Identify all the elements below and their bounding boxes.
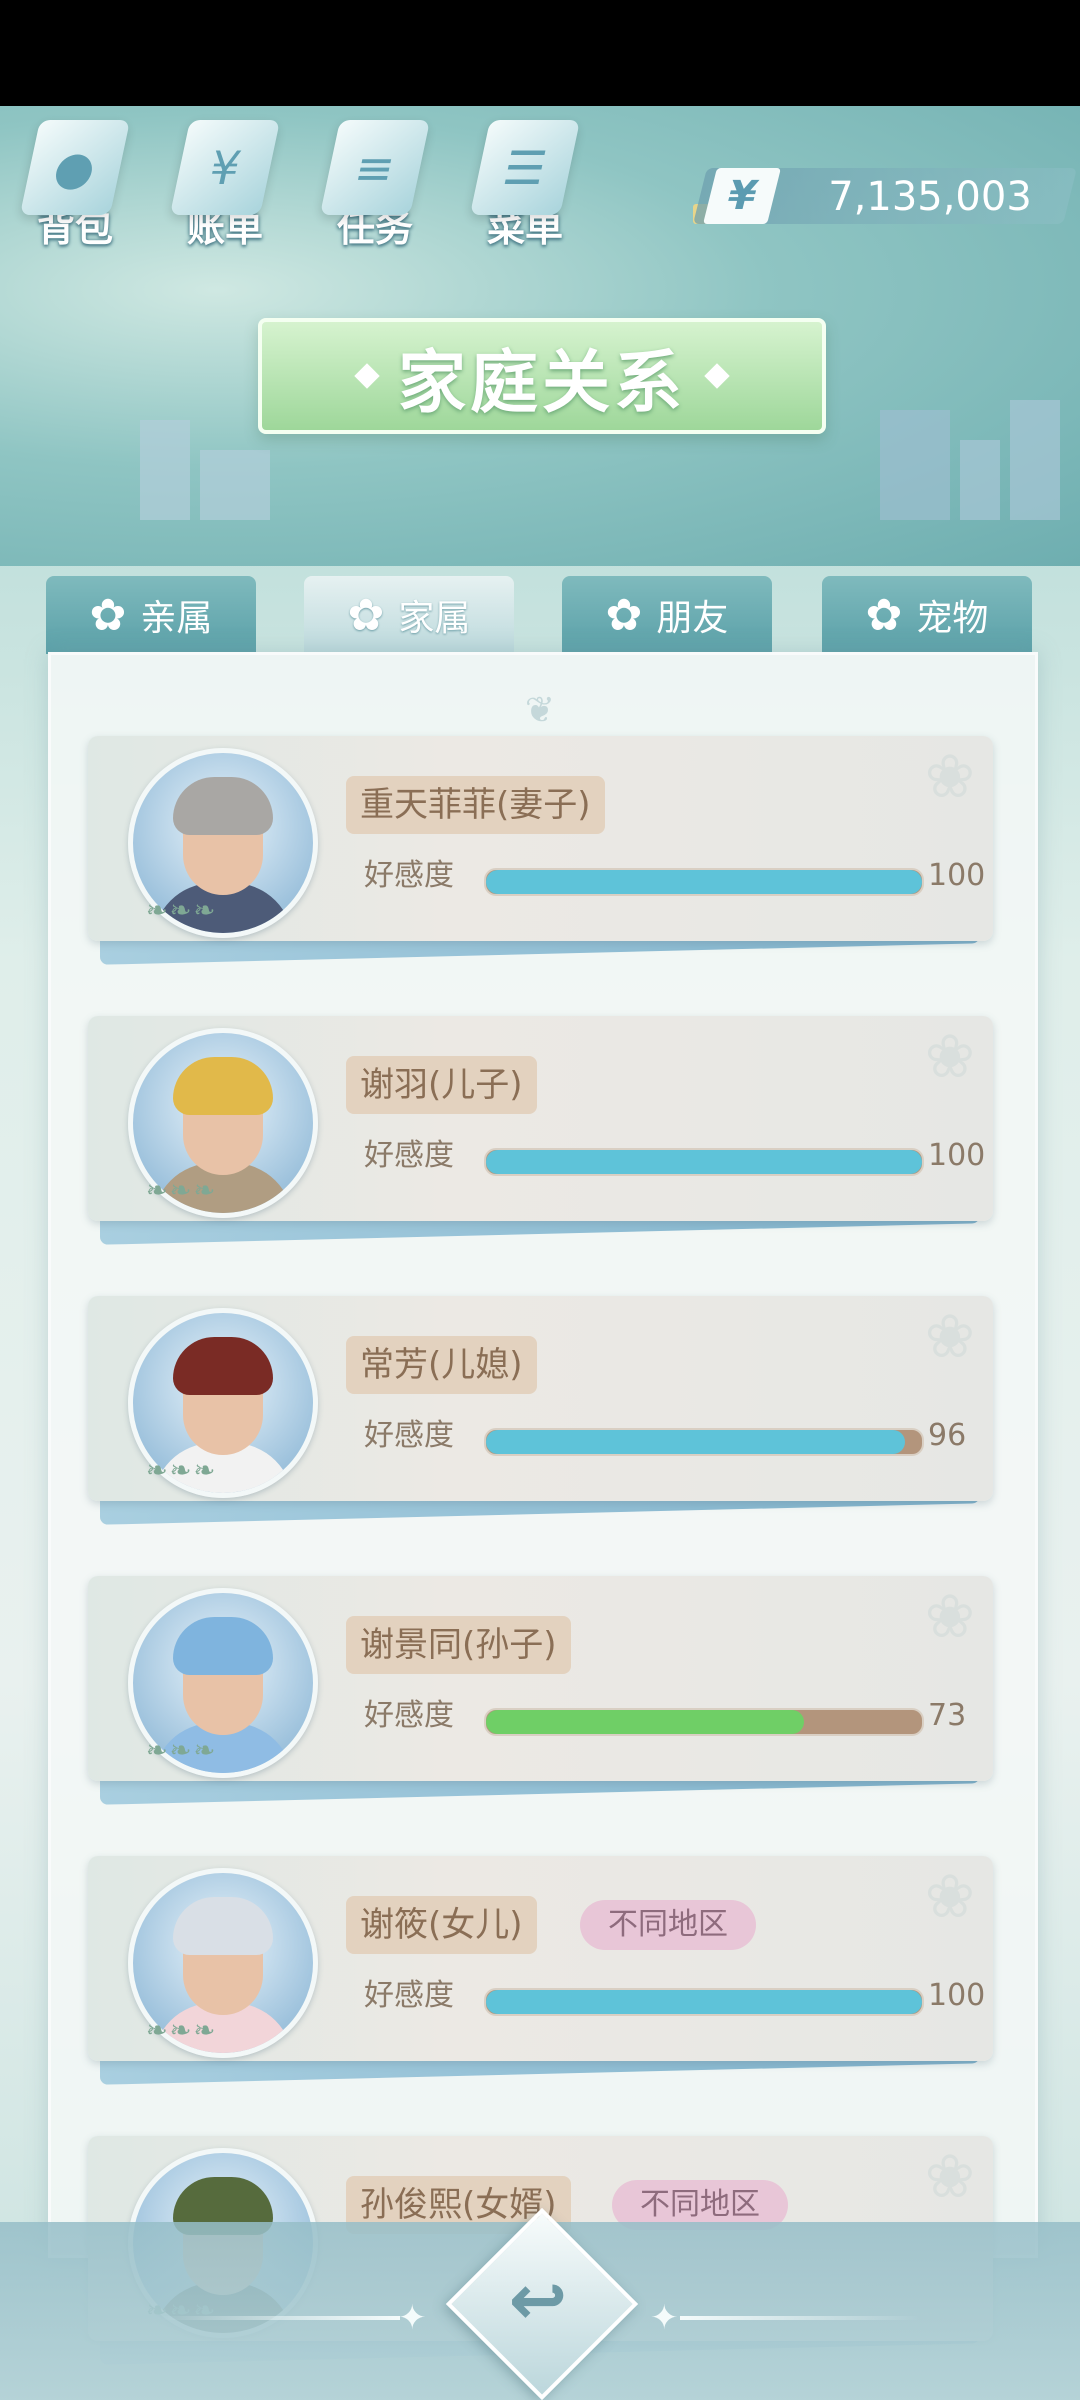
nav-bill-button[interactable]: ¥ 账单: [160, 120, 290, 260]
favor-label: 好感度: [364, 1138, 454, 1173]
avatar-hair: [173, 777, 273, 835]
sparkle-icon: ✦: [650, 2298, 679, 2338]
member-name: 谢羽(儿子): [346, 1056, 537, 1114]
favor-label: 好感度: [364, 1418, 454, 1453]
floral-corner-icon: ❀: [924, 1582, 975, 1652]
tab-relatives[interactable]: ✿ 亲属: [46, 576, 256, 654]
tab-pets[interactable]: ✿ 宠物: [822, 576, 1032, 654]
tab-label: 朋友: [656, 598, 729, 639]
favor-value: 100: [928, 1978, 986, 2013]
avatar-hair: [173, 1897, 273, 1955]
return-icon[interactable]: ↩: [474, 2236, 602, 2364]
leaf-decoration-icon: ❧❧❧: [146, 1736, 218, 1766]
avatar-hair: [173, 1617, 273, 1675]
region-badge: 不同地区: [580, 1900, 756, 1950]
member-name: 谢景同(孙子): [346, 1616, 571, 1674]
flower-icon: ✿: [605, 589, 643, 641]
family-member-card[interactable]: ❧❧❧ ❀ 常芳(儿媳) 好感度 96: [88, 1296, 993, 1501]
leaf-decoration-icon: ❧❧❧: [146, 1176, 218, 1206]
tab-label: 亲属: [140, 598, 213, 639]
diamond-icon: [704, 363, 730, 389]
favor-value: 100: [928, 1138, 986, 1173]
ornament-icon: ❦: [524, 690, 556, 731]
divider: [680, 2316, 920, 2320]
favor-progress-fill: [486, 1430, 905, 1454]
floral-corner-icon: ❀: [924, 1302, 975, 1372]
member-name: 谢筱(女儿): [346, 1896, 537, 1954]
leaf-decoration-icon: ❧❧❧: [146, 896, 218, 926]
money-value: 7,135,003: [828, 174, 1032, 220]
nav-bag-button[interactable]: ● 背包: [10, 120, 140, 260]
leaf-decoration-icon: ❧❧❧: [146, 1456, 218, 1486]
favor-progress-fill: [486, 1990, 922, 2014]
divider: [160, 2316, 400, 2320]
floral-corner-icon: ❀: [924, 1022, 975, 1092]
floral-corner-icon: ❀: [924, 2142, 975, 2212]
favor-progress-bar: [484, 1148, 924, 1176]
member-name: 重天菲菲(妻子): [346, 776, 605, 834]
favor-progress-bar: [484, 868, 924, 896]
favor-progress-fill: [486, 870, 922, 894]
tab-family[interactable]: ✿ 家属: [304, 576, 514, 654]
favor-value: 96: [928, 1418, 967, 1453]
family-member-card[interactable]: ❧❧❧ ❀ 谢筱(女儿) 不同地区好感度 100: [88, 1856, 993, 2061]
leaf-decoration-icon: ❧❧❧: [146, 2016, 218, 2046]
favor-label: 好感度: [364, 1698, 454, 1733]
floral-corner-icon: ❀: [924, 742, 975, 812]
tab-label: 宠物: [916, 598, 989, 639]
favor-value: 73: [928, 1698, 967, 1733]
favor-value: 100: [928, 858, 986, 893]
favor-label: 好感度: [364, 858, 454, 893]
member-name: 常芳(儿媳): [346, 1336, 537, 1394]
flower-icon: ✿: [865, 589, 903, 641]
favor-progress-fill: [486, 1710, 805, 1734]
page-title: 家庭关系: [397, 343, 686, 423]
floral-corner-icon: ❀: [924, 1862, 975, 1932]
diamond-icon: [354, 363, 380, 389]
flower-icon: ✿: [89, 589, 127, 641]
avatar-hair: [173, 1337, 273, 1395]
family-member-card[interactable]: ❧❧❧ ❀ 谢羽(儿子) 好感度 100: [88, 1016, 993, 1221]
favor-progress-bar: [484, 1708, 924, 1736]
favor-label: 好感度: [364, 1978, 454, 2013]
tab-friends[interactable]: ✿ 朋友: [562, 576, 772, 654]
nav-menu-button[interactable]: ☰ 菜单: [460, 120, 590, 260]
title-banner: 家庭关系: [258, 318, 826, 434]
favor-progress-bar: [484, 1428, 924, 1456]
nav-task-button[interactable]: ≡ 任务: [310, 120, 440, 260]
favor-progress-fill: [486, 1150, 922, 1174]
family-member-card[interactable]: ❧❧❧ ❀ 重天菲菲(妻子) 好感度 100: [88, 736, 993, 941]
flower-icon: ✿: [347, 589, 385, 641]
sparkle-icon: ✦: [398, 2298, 427, 2338]
favor-progress-bar: [484, 1988, 924, 2016]
status-bar: [0, 0, 1080, 106]
family-member-card[interactable]: ❧❧❧ ❀ 谢景同(孙子) 好感度 73: [88, 1576, 993, 1781]
avatar-hair: [173, 1057, 273, 1115]
tab-label: 家属: [398, 598, 471, 639]
